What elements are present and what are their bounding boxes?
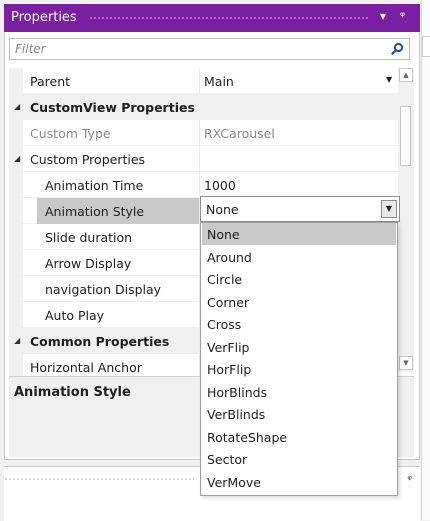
pin-icon[interactable]: ᵠ bbox=[407, 473, 412, 486]
search-icon[interactable] bbox=[390, 42, 404, 56]
category-customview[interactable]: ◢ CustomView Properties bbox=[9, 94, 398, 120]
column-separator bbox=[199, 172, 200, 198]
property-value[interactable]: 1000 bbox=[204, 178, 236, 193]
dropdown-option-around[interactable]: Around bbox=[202, 246, 396, 268]
option-label: HorFlip bbox=[207, 362, 252, 377]
option-label: VerFlip bbox=[207, 339, 250, 355]
row-gutter bbox=[9, 224, 23, 250]
adjacent-panel-edge bbox=[421, 0, 430, 520]
row-gutter bbox=[9, 250, 23, 276]
column-separator bbox=[199, 146, 200, 172]
panel-menu-dropdown-icon[interactable]: ▾ bbox=[380, 9, 386, 23]
category-custom-properties[interactable]: ◢ Custom Properties bbox=[9, 146, 398, 172]
option-label: Cross bbox=[207, 317, 242, 332]
option-label: VerBlinds bbox=[207, 407, 266, 422]
property-row-custom-type[interactable]: Custom Type RXCarousel bbox=[9, 120, 398, 146]
row-gutter bbox=[9, 120, 23, 146]
property-label: Arrow Display bbox=[45, 256, 132, 271]
chevron-down-icon[interactable]: ▼ bbox=[381, 200, 397, 218]
dropdown-option-horblinds[interactable]: HorBlinds bbox=[202, 381, 396, 403]
panel-titlebar[interactable]: Properties ▾ ᵠ bbox=[4, 4, 420, 32]
property-row-animation-time[interactable]: Animation Time 1000 bbox=[9, 172, 398, 198]
dropdown-option-verblinds[interactable]: VerBlinds bbox=[202, 403, 396, 425]
animation-style-dropdown-list[interactable]: None Around Circle Corner Cross VerFlip … bbox=[200, 222, 398, 496]
option-label: None bbox=[207, 227, 240, 242]
category-label: Common Properties bbox=[30, 334, 170, 349]
property-label: Animation Style bbox=[45, 204, 145, 219]
property-label: Auto Play bbox=[45, 308, 105, 323]
property-label: Custom Properties bbox=[30, 152, 146, 167]
animation-style-combobox[interactable]: None ▼ bbox=[200, 196, 400, 222]
dropdown-option-rotateshape[interactable]: RotateShape bbox=[202, 426, 396, 448]
scroll-up-icon[interactable]: ▲ bbox=[399, 68, 413, 82]
adjacent-panel-tab[interactable] bbox=[422, 36, 430, 57]
description-title: Animation Style bbox=[14, 385, 131, 400]
dropdown-option-horflip[interactable]: HorFlip bbox=[202, 358, 396, 380]
property-label: Parent bbox=[30, 74, 71, 89]
category-label: CustomView Properties bbox=[30, 100, 195, 115]
row-gutter bbox=[9, 68, 23, 94]
row-gutter bbox=[9, 302, 23, 328]
dropdown-option-circle[interactable]: Circle bbox=[202, 268, 396, 290]
row-gutter bbox=[9, 198, 23, 224]
row-gutter bbox=[9, 276, 23, 302]
dropdown-option-corner[interactable]: Corner bbox=[202, 291, 396, 313]
property-row-parent[interactable]: Parent Main ▼ bbox=[9, 68, 398, 94]
lower-panel-grip bbox=[4, 477, 194, 482]
titlebar-grip bbox=[89, 16, 369, 21]
chevron-down-icon[interactable]: ▼ bbox=[386, 75, 392, 84]
property-value: RXCarousel bbox=[204, 126, 275, 141]
property-label: navigation Display bbox=[45, 282, 162, 297]
option-label: HorBlinds bbox=[207, 384, 268, 400]
property-value[interactable]: Main bbox=[204, 74, 234, 89]
scroll-down-icon[interactable]: ▼ bbox=[399, 356, 413, 370]
panel-title: Properties bbox=[11, 10, 77, 25]
scroll-thumb[interactable] bbox=[400, 106, 411, 166]
property-label: Animation Time bbox=[45, 178, 144, 193]
dropdown-option-cross[interactable]: Cross bbox=[202, 313, 396, 335]
column-separator bbox=[199, 68, 200, 94]
row-gutter bbox=[9, 172, 23, 198]
property-label: Horizontal Anchor bbox=[30, 360, 142, 375]
option-label: Around bbox=[207, 249, 252, 265]
filter-box[interactable] bbox=[9, 38, 410, 60]
property-label: Custom Type bbox=[30, 126, 111, 141]
expanded-triangle-icon[interactable]: ◢ bbox=[14, 336, 20, 345]
dropdown-option-verflip[interactable]: VerFlip bbox=[202, 336, 396, 358]
expanded-triangle-icon[interactable]: ◢ bbox=[14, 102, 20, 111]
option-label: RotateShape bbox=[207, 429, 288, 445]
pin-icon[interactable]: ᵠ bbox=[400, 9, 405, 23]
filter-input[interactable] bbox=[15, 41, 375, 57]
grid-scrollbar[interactable]: ▲ ▼ bbox=[398, 68, 414, 372]
option-label: Corner bbox=[207, 294, 250, 310]
option-label: Circle bbox=[207, 272, 243, 287]
dropdown-option-none[interactable]: None bbox=[202, 223, 396, 245]
combobox-value: None bbox=[206, 202, 239, 217]
dropdown-option-sector[interactable]: Sector bbox=[202, 448, 396, 470]
property-label: Slide duration bbox=[45, 230, 133, 245]
option-label: VerMove bbox=[207, 474, 261, 490]
option-label: Sector bbox=[207, 452, 248, 467]
dropdown-option-vermove[interactable]: VerMove bbox=[202, 471, 396, 493]
column-separator bbox=[199, 120, 200, 146]
expanded-triangle-icon[interactable]: ◢ bbox=[14, 154, 20, 163]
